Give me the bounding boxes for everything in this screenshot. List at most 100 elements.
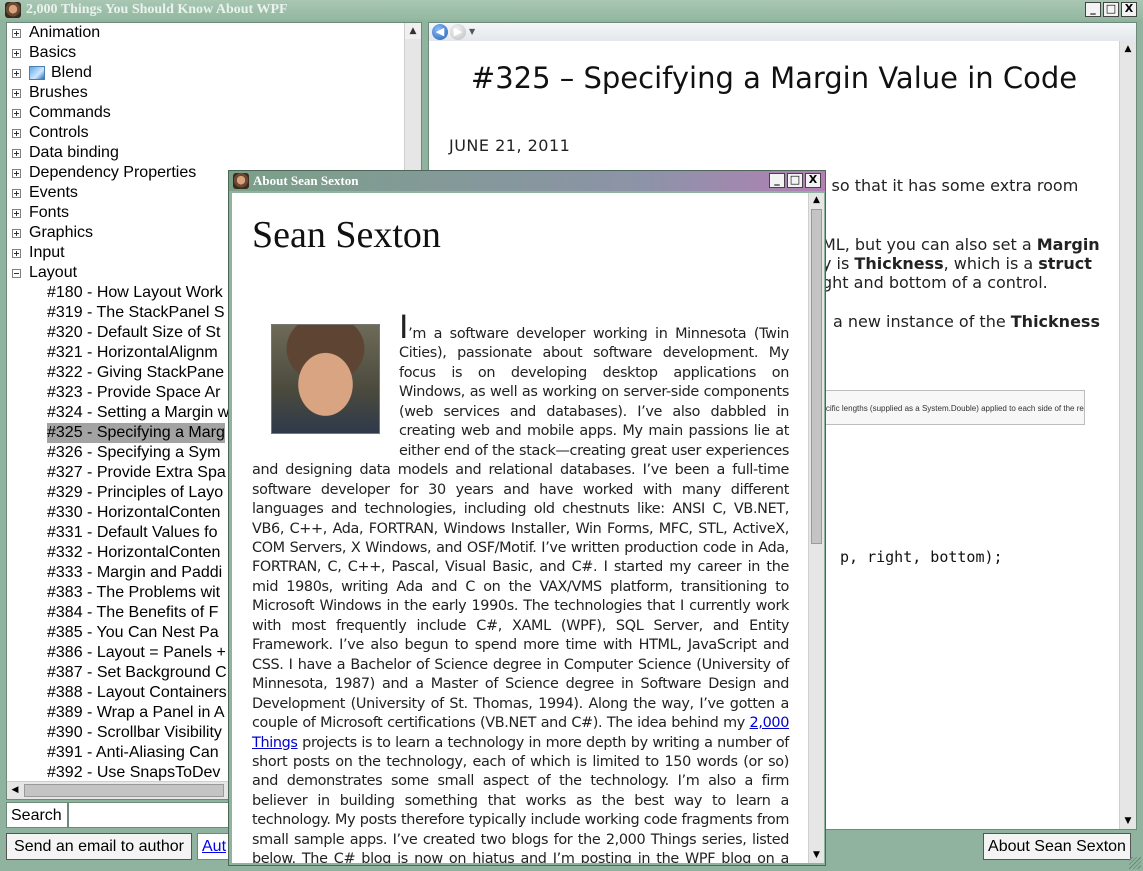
scroll-down-arrow-icon[interactable]: ▼ bbox=[809, 848, 824, 863]
expand-icon[interactable] bbox=[12, 208, 21, 218]
maximize-button[interactable]: □ bbox=[787, 173, 803, 188]
tree-post-label: #322 - Giving StackPane bbox=[47, 364, 224, 381]
expand-icon[interactable] bbox=[12, 148, 21, 158]
tree-post-label: #329 - Principles of Layo bbox=[47, 484, 224, 501]
expand-icon[interactable] bbox=[12, 28, 21, 38]
tree-post-label: #324 - Setting a Margin w bbox=[47, 404, 230, 421]
post-text-line: ght and bottom of a control. bbox=[822, 273, 1048, 292]
tree-category-label: Events bbox=[29, 184, 78, 201]
expand-icon[interactable] bbox=[12, 128, 21, 138]
tree-post-label: #320 - Default Size of St bbox=[47, 324, 221, 341]
tree-post-label: #388 - Layout Containers bbox=[47, 684, 227, 701]
author-bio: I’m a software developer working in Minn… bbox=[252, 311, 789, 863]
tree-post-label: #389 - Wrap a Panel in A bbox=[47, 704, 225, 721]
tree-post-label: #180 - How Layout Work bbox=[47, 284, 223, 301]
tree-category-label: Commands bbox=[29, 104, 111, 121]
tree-post-label: #325 - Specifying a Marg bbox=[47, 423, 225, 443]
expand-icon[interactable] bbox=[12, 168, 21, 178]
tree-category-label: Input bbox=[29, 244, 65, 261]
scroll-up-arrow-icon[interactable]: ▲ bbox=[405, 23, 421, 39]
search-label: Search bbox=[6, 802, 68, 828]
close-button[interactable]: X bbox=[805, 173, 821, 188]
tree-category-label: Basics bbox=[29, 44, 77, 61]
tree-category-label: Fonts bbox=[29, 204, 70, 221]
tree-category-label: Graphics bbox=[29, 224, 94, 241]
tree-post-label: #330 - HorizontalConten bbox=[47, 504, 221, 521]
tree-post-label: #383 - The Problems wit bbox=[47, 584, 221, 601]
tree-category-label: Layout bbox=[29, 264, 78, 281]
tree-post-label: #390 - Scrollbar Visibility bbox=[47, 724, 222, 741]
documentation-screenshot: specific lengths (supplied as a System.D… bbox=[809, 390, 1085, 425]
post-title: #325 – Specifying a Margin Value in Code bbox=[470, 61, 1078, 95]
expand-icon[interactable] bbox=[12, 188, 21, 198]
scroll-up-arrow-icon[interactable]: ▲ bbox=[809, 193, 824, 208]
tree-post-label: #385 - You Can Nest Pa bbox=[47, 624, 219, 641]
minimize-button[interactable]: _ bbox=[1085, 2, 1101, 17]
post-text-line: a new instance of the Thickness bbox=[833, 312, 1100, 331]
expand-icon[interactable] bbox=[12, 48, 21, 58]
post-text-line: l so that it has some extra room bbox=[822, 176, 1079, 195]
tree-category[interactable]: Brushes bbox=[7, 83, 404, 103]
tree-post-label: #327 - Provide Extra Spa bbox=[47, 464, 226, 481]
tree-category[interactable]: Commands bbox=[7, 103, 404, 123]
tree-post-label: #319 - The StackPanel S bbox=[47, 304, 225, 321]
dialog-scroll-thumb[interactable] bbox=[811, 209, 822, 544]
tree-post-label: #332 - HorizontalConten bbox=[47, 544, 221, 561]
tree-post-label: #387 - Set Background C bbox=[47, 664, 227, 681]
tree-post-label: #326 - Specifying a Sym bbox=[47, 444, 221, 461]
tree-category-label: Data binding bbox=[29, 144, 119, 161]
collapse-icon[interactable] bbox=[12, 268, 21, 278]
tree-post-label: #323 - Provide Space Ar bbox=[47, 384, 221, 401]
tree-category[interactable]: Basics bbox=[7, 43, 404, 63]
history-dropdown-icon[interactable]: ▼ bbox=[469, 27, 475, 36]
browser-nav-bar: ◀ ▶ ▼ bbox=[429, 23, 1136, 41]
resize-grip-icon[interactable] bbox=[1129, 857, 1141, 869]
post-text-line: y is Thickness, which is a struct bbox=[822, 254, 1092, 273]
scroll-left-arrow-icon[interactable]: ◀ bbox=[7, 782, 23, 799]
expand-icon[interactable] bbox=[12, 228, 21, 238]
main-titlebar[interactable]: 2,000 Things You Should Know About WPF _… bbox=[0, 0, 1143, 20]
send-email-button[interactable]: Send an email to author bbox=[6, 833, 192, 860]
expand-icon[interactable] bbox=[12, 88, 21, 98]
bio-dropcap: I bbox=[399, 308, 409, 346]
browser-vertical-scrollbar[interactable]: ▲ ▼ bbox=[1119, 41, 1136, 829]
app-title: 2,000 Things You Should Know About WPF bbox=[26, 2, 288, 17]
author-name-heading: Sean Sexton bbox=[252, 214, 441, 256]
scroll-down-arrow-icon[interactable]: ▼ bbox=[1120, 813, 1136, 829]
tree-category-label: Brushes bbox=[29, 84, 88, 101]
about-dialog-titlebar[interactable]: About Sean Sexton _ □ X bbox=[229, 171, 825, 191]
tree-post-label: #391 - Anti-Aliasing Can bbox=[47, 744, 219, 761]
blend-icon bbox=[29, 66, 45, 80]
code-snippet: p, right, bottom); bbox=[840, 548, 1003, 566]
tree-category[interactable]: Controls bbox=[7, 123, 404, 143]
minimize-button[interactable]: _ bbox=[769, 173, 785, 188]
expand-icon[interactable] bbox=[12, 108, 21, 118]
tree-post-label: #386 - Layout = Panels + bbox=[47, 644, 226, 661]
maximize-button[interactable]: □ bbox=[1103, 2, 1119, 17]
close-button[interactable]: X bbox=[1121, 2, 1137, 17]
back-arrow-icon[interactable]: ◀ bbox=[432, 24, 448, 40]
tree-category-label: Animation bbox=[29, 24, 101, 41]
post-text-line: ML, but you can also set a Margin bbox=[822, 235, 1100, 254]
dialog-vertical-scrollbar[interactable]: ▲ ▼ bbox=[808, 193, 824, 863]
expand-icon[interactable] bbox=[12, 68, 21, 78]
tree-category[interactable]: Animation bbox=[7, 23, 404, 43]
tree-category[interactable]: Data binding bbox=[7, 143, 404, 163]
tree-post-label: #331 - Default Values fo bbox=[47, 524, 218, 541]
tree-category[interactable]: Blend bbox=[7, 63, 404, 83]
about-author-button[interactable]: About Sean Sexton bbox=[983, 833, 1131, 860]
forward-arrow-icon[interactable]: ▶ bbox=[450, 24, 466, 40]
tree-category-label: Dependency Properties bbox=[29, 164, 197, 181]
expand-icon[interactable] bbox=[12, 248, 21, 258]
tree-post-label: #333 - Margin and Paddi bbox=[47, 564, 223, 581]
main-window-controls: _ □ X bbox=[1085, 2, 1137, 17]
about-dialog-title: About Sean Sexton bbox=[253, 173, 359, 188]
tree-category-label: Controls bbox=[29, 124, 89, 141]
app-icon bbox=[233, 173, 249, 189]
dialog-window-controls: _ □ X bbox=[769, 173, 821, 188]
tree-post-label: #384 - The Benefits of F bbox=[47, 604, 219, 621]
tree-post-label: #321 - HorizontalAlignm bbox=[47, 344, 218, 361]
horizontal-scroll-thumb[interactable] bbox=[24, 784, 224, 797]
app-icon bbox=[5, 2, 21, 18]
scroll-up-arrow-icon[interactable]: ▲ bbox=[1120, 41, 1136, 57]
